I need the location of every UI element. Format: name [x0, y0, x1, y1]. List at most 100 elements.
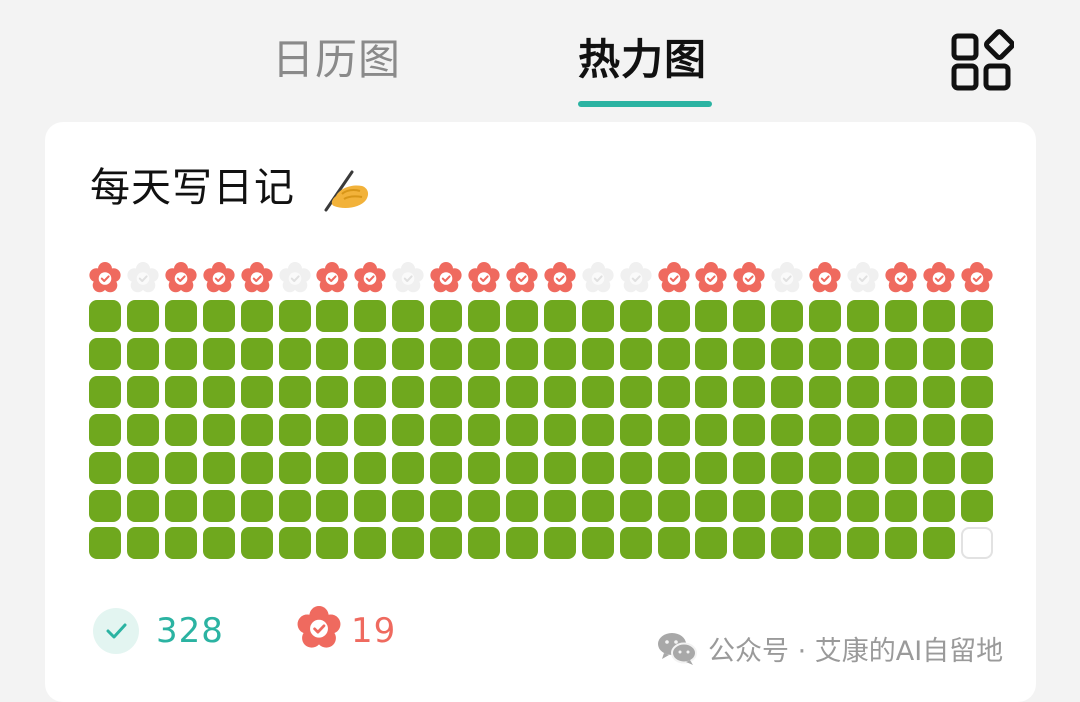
heatmap-cell-done[interactable] [961, 414, 993, 446]
heatmap-cell-done[interactable] [316, 338, 348, 370]
heatmap-cell-done[interactable] [279, 338, 311, 370]
heatmap-cell-done[interactable] [733, 490, 765, 522]
heatmap-cell-done[interactable] [127, 338, 159, 370]
heatmap-cell-done[interactable] [468, 300, 500, 332]
heatmap-cell-done[interactable] [695, 338, 727, 370]
heatmap-cell-done[interactable] [809, 490, 841, 522]
heatmap-cell-done[interactable] [961, 300, 993, 332]
heatmap-cell-done[interactable] [733, 527, 765, 559]
heatmap-cell-done[interactable] [279, 527, 311, 559]
heatmap-cell-done[interactable] [392, 300, 424, 332]
heatmap-cell-done[interactable] [316, 452, 348, 484]
heatmap-cell-done[interactable] [809, 338, 841, 370]
heatmap-cell-done[interactable] [203, 414, 235, 446]
heatmap-cell-done[interactable] [241, 527, 273, 559]
heatmap-cell-done[interactable] [127, 376, 159, 408]
heatmap-cell-done[interactable] [733, 414, 765, 446]
heatmap-cell-done[interactable] [430, 452, 462, 484]
heatmap-cell-done[interactable] [89, 527, 121, 559]
heatmap-cell-done[interactable] [847, 414, 879, 446]
heatmap-cell-done[interactable] [354, 376, 386, 408]
heatmap-cell-done[interactable] [430, 527, 462, 559]
heatmap-cell-done[interactable] [279, 452, 311, 484]
heatmap-cell-done[interactable] [203, 452, 235, 484]
heatmap-cell-done[interactable] [89, 338, 121, 370]
heatmap-cell-done[interactable] [468, 527, 500, 559]
heatmap-cell-done[interactable] [89, 300, 121, 332]
heatmap-cell-done[interactable] [582, 490, 614, 522]
heatmap-cell-done[interactable] [203, 527, 235, 559]
heatmap-cell-done[interactable] [430, 300, 462, 332]
heatmap-cell-done[interactable] [89, 414, 121, 446]
heatmap-cell-done[interactable] [961, 338, 993, 370]
tab-calendar[interactable]: 日历图 [272, 30, 401, 90]
heatmap-cell-done[interactable] [392, 527, 424, 559]
heatmap-cell-done[interactable] [923, 490, 955, 522]
heatmap-cell-done[interactable] [506, 376, 538, 408]
heatmap-cell-done[interactable] [506, 300, 538, 332]
heatmap-cell-done[interactable] [658, 490, 690, 522]
heatmap-cell-done[interactable] [354, 300, 386, 332]
heatmap-cell-done[interactable] [241, 376, 273, 408]
heatmap-cell-done[interactable] [771, 414, 803, 446]
heatmap-cell-done[interactable] [961, 376, 993, 408]
heatmap-cell-done[interactable] [658, 376, 690, 408]
heatmap-cell-done[interactable] [279, 414, 311, 446]
heatmap-cell-done[interactable] [885, 527, 917, 559]
heatmap-cell-done[interactable] [165, 490, 197, 522]
heatmap-cell-done[interactable] [695, 300, 727, 332]
heatmap-cell-done[interactable] [544, 300, 576, 332]
heatmap-cell-done[interactable] [544, 490, 576, 522]
heatmap-cell-done[interactable] [544, 338, 576, 370]
heatmap-cell-done[interactable] [165, 300, 197, 332]
heatmap-cell-done[interactable] [582, 414, 614, 446]
heatmap-cell-done[interactable] [354, 490, 386, 522]
heatmap-cell-done[interactable] [354, 452, 386, 484]
heatmap-cell-done[interactable] [620, 527, 652, 559]
heatmap-cell-done[interactable] [468, 414, 500, 446]
heatmap-cell-done[interactable] [165, 376, 197, 408]
heatmap-cell-done[interactable] [316, 527, 348, 559]
heatmap-cell-done[interactable] [89, 452, 121, 484]
heatmap-cell-done[interactable] [620, 376, 652, 408]
heatmap-cell-done[interactable] [658, 414, 690, 446]
heatmap-cell-done[interactable] [923, 414, 955, 446]
heatmap-cell-done[interactable] [468, 452, 500, 484]
heatmap-cell-empty[interactable] [961, 527, 993, 559]
heatmap-cell-done[interactable] [809, 300, 841, 332]
heatmap-cell-done[interactable] [658, 300, 690, 332]
heatmap-cell-done[interactable] [468, 338, 500, 370]
heatmap-cell-done[interactable] [430, 414, 462, 446]
heatmap-cell-done[interactable] [544, 452, 576, 484]
heatmap-cell-done[interactable] [809, 376, 841, 408]
heatmap-cell-done[interactable] [582, 300, 614, 332]
heatmap-cell-done[interactable] [127, 490, 159, 522]
heatmap-cell-done[interactable] [165, 452, 197, 484]
heatmap-cell-done[interactable] [658, 338, 690, 370]
heatmap-cell-done[interactable] [430, 376, 462, 408]
heatmap-cell-done[interactable] [203, 300, 235, 332]
heatmap-cell-done[interactable] [203, 376, 235, 408]
heatmap-cell-done[interactable] [695, 376, 727, 408]
heatmap-cell-done[interactable] [847, 527, 879, 559]
heatmap-cell-done[interactable] [279, 300, 311, 332]
heatmap-cell-done[interactable] [430, 338, 462, 370]
heatmap-cell-done[interactable] [885, 452, 917, 484]
heatmap-cell-done[interactable] [923, 452, 955, 484]
heatmap-cell-done[interactable] [658, 527, 690, 559]
heatmap-cell-done[interactable] [506, 452, 538, 484]
heatmap-cell-done[interactable] [695, 414, 727, 446]
heatmap-cell-done[interactable] [847, 300, 879, 332]
heatmap-cell-done[interactable] [885, 338, 917, 370]
heatmap-cell-done[interactable] [771, 527, 803, 559]
heatmap-cell-done[interactable] [923, 527, 955, 559]
heatmap-cell-done[interactable] [354, 338, 386, 370]
heatmap-cell-done[interactable] [127, 300, 159, 332]
heatmap-cell-done[interactable] [506, 490, 538, 522]
heatmap-cell-done[interactable] [847, 338, 879, 370]
heatmap-cell-done[interactable] [695, 490, 727, 522]
heatmap-cell-done[interactable] [354, 527, 386, 559]
heatmap-cell-done[interactable] [733, 452, 765, 484]
heatmap-cell-done[interactable] [885, 376, 917, 408]
heatmap-cell-done[interactable] [544, 527, 576, 559]
